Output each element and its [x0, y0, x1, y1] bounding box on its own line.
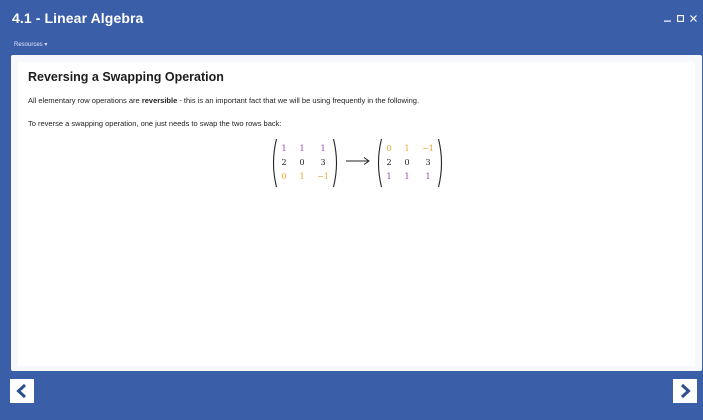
chevron-right-icon [680, 383, 691, 399]
matrix-after: 0 1 −1 2 0 3 1 1 1 [375, 138, 445, 188]
matrix-cell: 1 [386, 172, 392, 181]
maximize-icon[interactable] [676, 15, 684, 22]
matrix-cell: 1 [299, 144, 305, 153]
matrix-cell: 0 [281, 172, 287, 181]
content-panel: Reversing a Swapping Operation All eleme… [18, 62, 695, 366]
matrix-cell: 1 [299, 172, 305, 181]
intro-bold-word: reversible [141, 96, 178, 105]
matrix-before: 1 1 1 2 0 3 0 1 −1 [270, 138, 340, 188]
page-title: Reversing a Swapping Operation [28, 70, 224, 84]
intro-paragraph: All elementary row operations are revers… [28, 96, 419, 105]
matrix-cell: 1 [281, 144, 287, 153]
app-window: 4.1 - Linear Algebra Resources ▾ Reversi… [0, 0, 703, 420]
matrix-cell: 3 [425, 158, 431, 167]
matrix-cell: 3 [320, 158, 326, 167]
minimize-icon[interactable] [663, 15, 671, 22]
right-paren-icon [332, 138, 338, 188]
matrix-cell: −1 [422, 144, 434, 153]
matrix-cell: 1 [425, 172, 431, 181]
menu-bar [0, 34, 703, 52]
resources-menu[interactable]: Resources ▾ [14, 41, 47, 48]
matrix-cell: 1 [320, 144, 326, 153]
matrix-cell: 1 [404, 172, 410, 181]
right-paren-icon [437, 138, 443, 188]
close-icon[interactable] [689, 15, 697, 22]
navigation-bar [0, 376, 703, 420]
matrix-cell: 0 [299, 158, 305, 167]
intro-text-start: All elementary row operations are [28, 96, 142, 105]
intro-text-end: - this is an important fact that we will… [177, 96, 420, 105]
matrix-equation: 1 1 1 2 0 3 0 1 −1 0 1 −1 2 0 3 1 1 1 [270, 138, 450, 188]
window-title: 4.1 - Linear Algebra [12, 10, 144, 26]
matrix-cell: 2 [386, 158, 392, 167]
instruction-paragraph: To reverse a swapping operation, one jus… [28, 119, 282, 128]
matrix-cell: −1 [317, 172, 329, 181]
right-arrow-icon [346, 157, 370, 165]
previous-page-button[interactable] [10, 379, 34, 403]
matrix-cell: 0 [386, 144, 392, 153]
window-controls [663, 15, 697, 22]
matrix-cell: 1 [404, 144, 410, 153]
next-page-button[interactable] [673, 379, 697, 403]
matrix-cell: 2 [281, 158, 287, 167]
matrix-cell: 0 [404, 158, 410, 167]
title-bar: 4.1 - Linear Algebra [0, 0, 703, 34]
chevron-left-icon [16, 383, 27, 399]
